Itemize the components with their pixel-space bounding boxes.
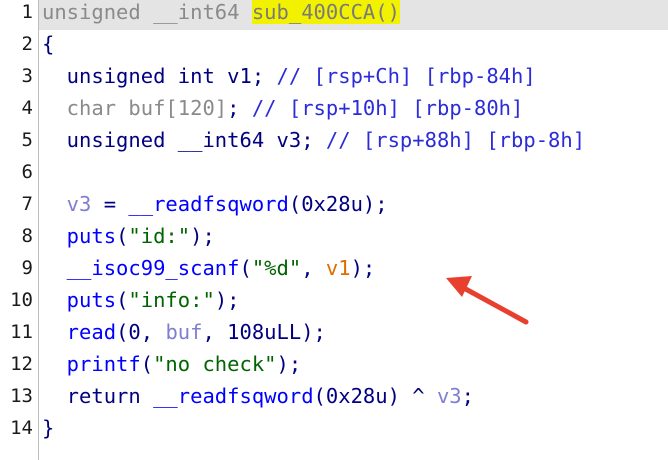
line-number: 12 — [10, 353, 33, 375]
line-number: 5 — [21, 129, 33, 151]
line-number: 4 — [21, 97, 33, 119]
variable-buf[interactable]: buf — [165, 320, 202, 344]
type-keyword: unsigned int — [42, 64, 228, 88]
function-call[interactable]: puts — [42, 288, 116, 312]
variable-v1[interactable]: v1 — [227, 64, 252, 88]
function-call[interactable]: __isoc99_scanf — [42, 256, 240, 280]
semicolon: ; — [227, 96, 252, 120]
line-number: 2 — [21, 33, 33, 55]
stack-comment: // [rsp+Ch] [rbp-84h] — [276, 64, 536, 88]
code-line-11[interactable]: read(0, buf, 108uLL); — [42, 316, 326, 348]
paren: ); — [214, 288, 240, 312]
string-literal: "no check" — [153, 352, 277, 376]
function-name[interactable]: sub_400CCA — [251, 0, 376, 24]
semicolon: ; — [461, 384, 474, 408]
line-number: 9 — [21, 257, 33, 279]
stack-comment: // [rsp+10h] [rbp-80h] — [251, 96, 524, 120]
code-line-2[interactable]: { — [42, 28, 54, 60]
paren: ); — [276, 352, 302, 376]
paren: ( — [116, 288, 129, 312]
line-number: 13 — [10, 385, 33, 407]
semicolon: ; — [251, 64, 277, 88]
comma: , — [301, 256, 326, 280]
code-line-12[interactable]: printf("no check"); — [42, 348, 302, 380]
paren: ( — [239, 256, 252, 280]
line-number: 11 — [10, 321, 33, 343]
type-keyword: unsigned __int64 — [42, 128, 277, 152]
function-call[interactable]: read — [42, 320, 116, 344]
paren: ( — [116, 224, 129, 248]
variable-v3[interactable]: v3 — [277, 128, 302, 152]
function-call[interactable]: puts — [42, 224, 116, 248]
code-line-10[interactable]: puts("info:"); — [42, 284, 240, 316]
type-keyword: char — [42, 96, 129, 120]
call-args: (0x28u); — [288, 192, 388, 216]
code-editor[interactable]: 1 2 3 4 5 6 7 8 9 10 11 12 13 14 unsigne… — [0, 0, 668, 460]
variable-v3[interactable]: v3 — [42, 192, 92, 216]
paren: ( — [140, 352, 154, 376]
string-literal: "info:" — [128, 288, 215, 312]
string-literal: "id:" — [128, 224, 191, 248]
line-number: 14 — [10, 417, 33, 439]
stack-comment: // [rsp+88h] [rbp-8h] — [325, 128, 586, 152]
highlighted-argument[interactable]: v1 — [326, 256, 351, 280]
code-line-5[interactable]: unsigned __int64 v3; // [rsp+88h] [rbp-8… — [42, 124, 585, 156]
paren: ); — [190, 224, 215, 248]
code-line-14[interactable]: } — [42, 412, 54, 444]
line-number-gutter: 1 2 3 4 5 6 7 8 9 10 11 12 13 14 — [0, 0, 39, 460]
code-line-3[interactable]: unsigned int v1; // [rsp+Ch] [rbp-84h] — [42, 60, 536, 92]
function-parens: () — [375, 0, 400, 24]
function-call[interactable]: __readfsqword — [128, 192, 288, 216]
code-line-4[interactable]: char buf[120]; // [rsp+10h] [rbp-80h] — [42, 92, 524, 124]
paren: ); — [350, 256, 376, 280]
code-line-8[interactable]: puts("id:"); — [42, 220, 215, 252]
function-call[interactable]: printf — [42, 352, 141, 376]
operator: = — [91, 192, 129, 216]
call-args: (0x28u) ^ — [313, 384, 437, 408]
line-number: 7 — [21, 193, 33, 215]
line-number: 3 — [21, 65, 33, 87]
call-args: (0, — [116, 320, 166, 344]
code-line-9[interactable]: __isoc99_scanf("%d", v1); — [42, 252, 376, 284]
line-number: 8 — [21, 225, 33, 247]
line-number: 1 — [21, 1, 33, 23]
string-literal: "%d" — [251, 256, 302, 280]
code-line-13[interactable]: return __readfsqword(0x28u) ^ v3; — [42, 380, 474, 412]
return-type: unsigned __int64 — [42, 0, 252, 24]
variable-v3[interactable]: v3 — [437, 384, 462, 408]
line-number: 10 — [10, 289, 33, 311]
call-args: , 108uLL); — [202, 320, 326, 344]
variable-buf[interactable]: buf[120] — [128, 96, 227, 120]
code-line-7[interactable]: v3 = __readfsqword(0x28u); — [42, 188, 388, 220]
function-call[interactable]: __readfsqword — [153, 384, 313, 408]
semicolon: ; — [301, 128, 326, 152]
return-keyword: return — [42, 384, 154, 408]
code-line-1[interactable]: unsigned __int64 sub_400CCA() — [42, 0, 400, 28]
line-number: 6 — [21, 161, 33, 183]
